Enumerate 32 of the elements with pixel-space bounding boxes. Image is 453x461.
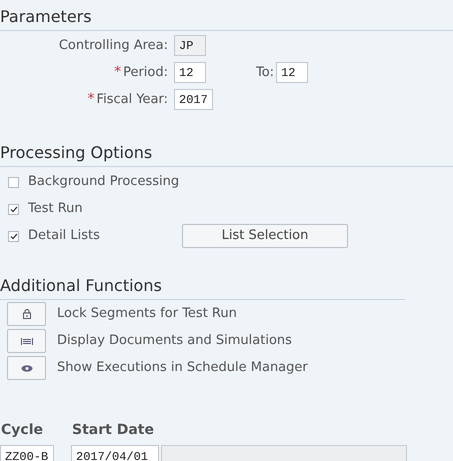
checkbox-label: Test Run — [28, 200, 84, 218]
table-cell[interactable]: 2017/04/01 — [71, 445, 159, 461]
function-button[interactable] — [7, 356, 46, 380]
lock-icon — [22, 309, 30, 319]
required-asterisk: * — [88, 90, 95, 109]
checkbox[interactable] — [8, 230, 19, 242]
checkbox[interactable] — [8, 176, 19, 188]
input-field[interactable]: 12 — [276, 62, 308, 83]
section-title: Parameters — [0, 6, 93, 28]
function-button[interactable] — [7, 302, 46, 326]
list-selection-button[interactable]: List Selection — [182, 224, 348, 248]
checkbox-label: Detail Lists — [28, 227, 101, 246]
function-label: Display Documents and Simulations — [57, 332, 292, 350]
grid-icon — [20, 338, 32, 344]
function-button[interactable] — [7, 329, 46, 353]
field-label: To: — [256, 64, 274, 82]
function-label: Lock Segments for Test Run — [57, 305, 237, 324]
function-label: Show Executions in Schedule Manager — [57, 359, 308, 378]
table-cell[interactable]: ZZ00-B — [0, 445, 54, 461]
eye-icon — [20, 364, 32, 372]
field-label: Controlling Area: — [58, 36, 168, 55]
section-title: Additional Functions — [0, 275, 163, 297]
column-header: Start Date — [72, 421, 154, 440]
input-field[interactable]: 12 — [174, 62, 206, 83]
column-header: Cycle — [0, 421, 44, 440]
checkbox[interactable] — [8, 204, 19, 214]
field-label: Fiscal Year: — [96, 90, 168, 109]
checkbox-label: Background Processing — [28, 173, 180, 192]
section-title: Processing Options — [0, 142, 154, 164]
field-label: Period: — [123, 64, 168, 82]
input-field[interactable]: 2017 — [174, 89, 213, 110]
required-asterisk: * — [114, 63, 122, 82]
